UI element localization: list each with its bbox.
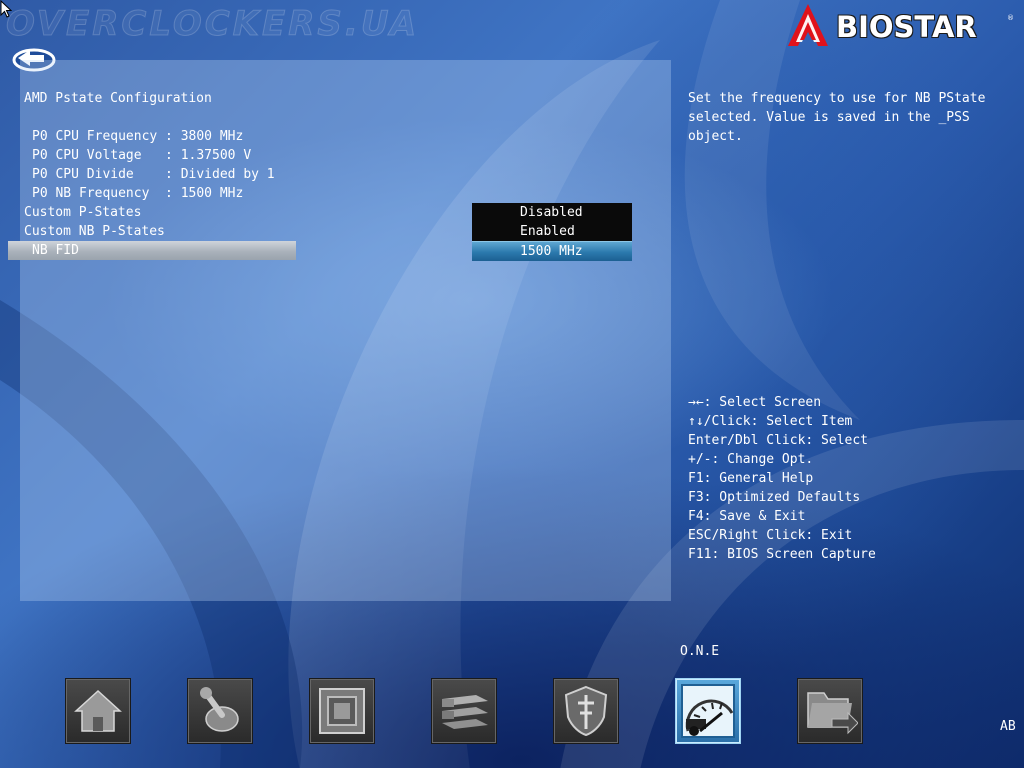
active-menu-label: O.N.E bbox=[680, 644, 720, 659]
key-select: Enter/Dbl Click: Select bbox=[688, 433, 869, 448]
speedometer-icon bbox=[681, 684, 735, 738]
help-line: selected. Value is saved in the _PSS bbox=[688, 110, 970, 125]
nb-fid-value-text: 1500 MHz bbox=[520, 244, 583, 259]
custom-p-states-value[interactable]: Disabled bbox=[472, 203, 632, 222]
joystick-icon bbox=[200, 687, 239, 732]
nb-fid-value[interactable]: 1500 MHz bbox=[472, 241, 632, 261]
page-title: AMD Pstate Configuration bbox=[24, 91, 212, 106]
nav-exit-button[interactable] bbox=[797, 678, 863, 744]
corner-label: AB bbox=[1000, 719, 1016, 734]
key-general-help: F1: General Help bbox=[688, 471, 814, 486]
setting-custom-nb-p-states-label[interactable]: Custom NB P-States bbox=[24, 222, 165, 241]
custom-p-states-value-text: Disabled bbox=[520, 205, 583, 220]
custom-nb-p-states-value[interactable]: Enabled bbox=[472, 222, 632, 241]
nav-chipset-button[interactable] bbox=[309, 678, 375, 744]
key-save-exit: F4: Save & Exit bbox=[688, 509, 806, 524]
info-cpu-divide: P0 CPU Divide : Divided by 1 bbox=[32, 167, 275, 182]
setting-custom-p-states-label[interactable]: Custom P-States bbox=[24, 203, 141, 222]
info-cpu-frequency: P0 CPU Frequency : 3800 MHz bbox=[32, 129, 244, 144]
brand-registered: ® bbox=[1007, 14, 1014, 22]
info-cpu-voltage: P0 CPU Voltage : 1.37500 V bbox=[32, 148, 252, 163]
brand-name: BIOSTAR bbox=[836, 10, 977, 44]
key-select-screen: →←: Select Screen bbox=[688, 395, 822, 410]
help-text: Set the frequency to use for NB PState s… bbox=[688, 89, 1008, 146]
nav-home-button[interactable] bbox=[65, 678, 131, 744]
nav-overclock-button[interactable] bbox=[187, 678, 253, 744]
help-line: Set the frequency to use for NB PState bbox=[688, 91, 986, 106]
drives-icon bbox=[442, 695, 488, 729]
help-line: object. bbox=[688, 129, 743, 144]
nav-one-button[interactable] bbox=[675, 678, 741, 744]
security-shield-icon bbox=[564, 685, 608, 737]
exit-folder-icon bbox=[807, 692, 858, 735]
key-optimized-defaults: F3: Optimized Defaults bbox=[688, 490, 861, 505]
key-change-opt: +/-: Change Opt. bbox=[688, 452, 814, 467]
biostar-logo-icon bbox=[788, 4, 828, 46]
key-screen-capture: F11: BIOS Screen Capture bbox=[688, 547, 876, 562]
key-legend: →←: Select Screen ↑↓/Click: Select Item … bbox=[688, 393, 1008, 564]
key-exit: ESC/Right Click: Exit bbox=[688, 528, 853, 543]
key-select-item: ↑↓/Click: Select Item bbox=[688, 414, 853, 429]
nav-storage-button[interactable] bbox=[431, 678, 497, 744]
watermark: OVERCLOCKERS.UA bbox=[5, 4, 420, 45]
setting-nb-fid-label[interactable]: NB FID bbox=[32, 241, 79, 260]
info-nb-frequency: P0 NB Frequency : 1500 MHz bbox=[32, 186, 244, 201]
nav-security-button[interactable] bbox=[553, 678, 619, 744]
chip-icon bbox=[319, 688, 365, 734]
mouse-cursor-icon bbox=[0, 0, 12, 18]
home-icon bbox=[74, 689, 122, 732]
biostar-logo: BIOSTAR ® bbox=[784, 2, 1014, 50]
custom-nb-p-states-value-text: Enabled bbox=[520, 224, 575, 239]
